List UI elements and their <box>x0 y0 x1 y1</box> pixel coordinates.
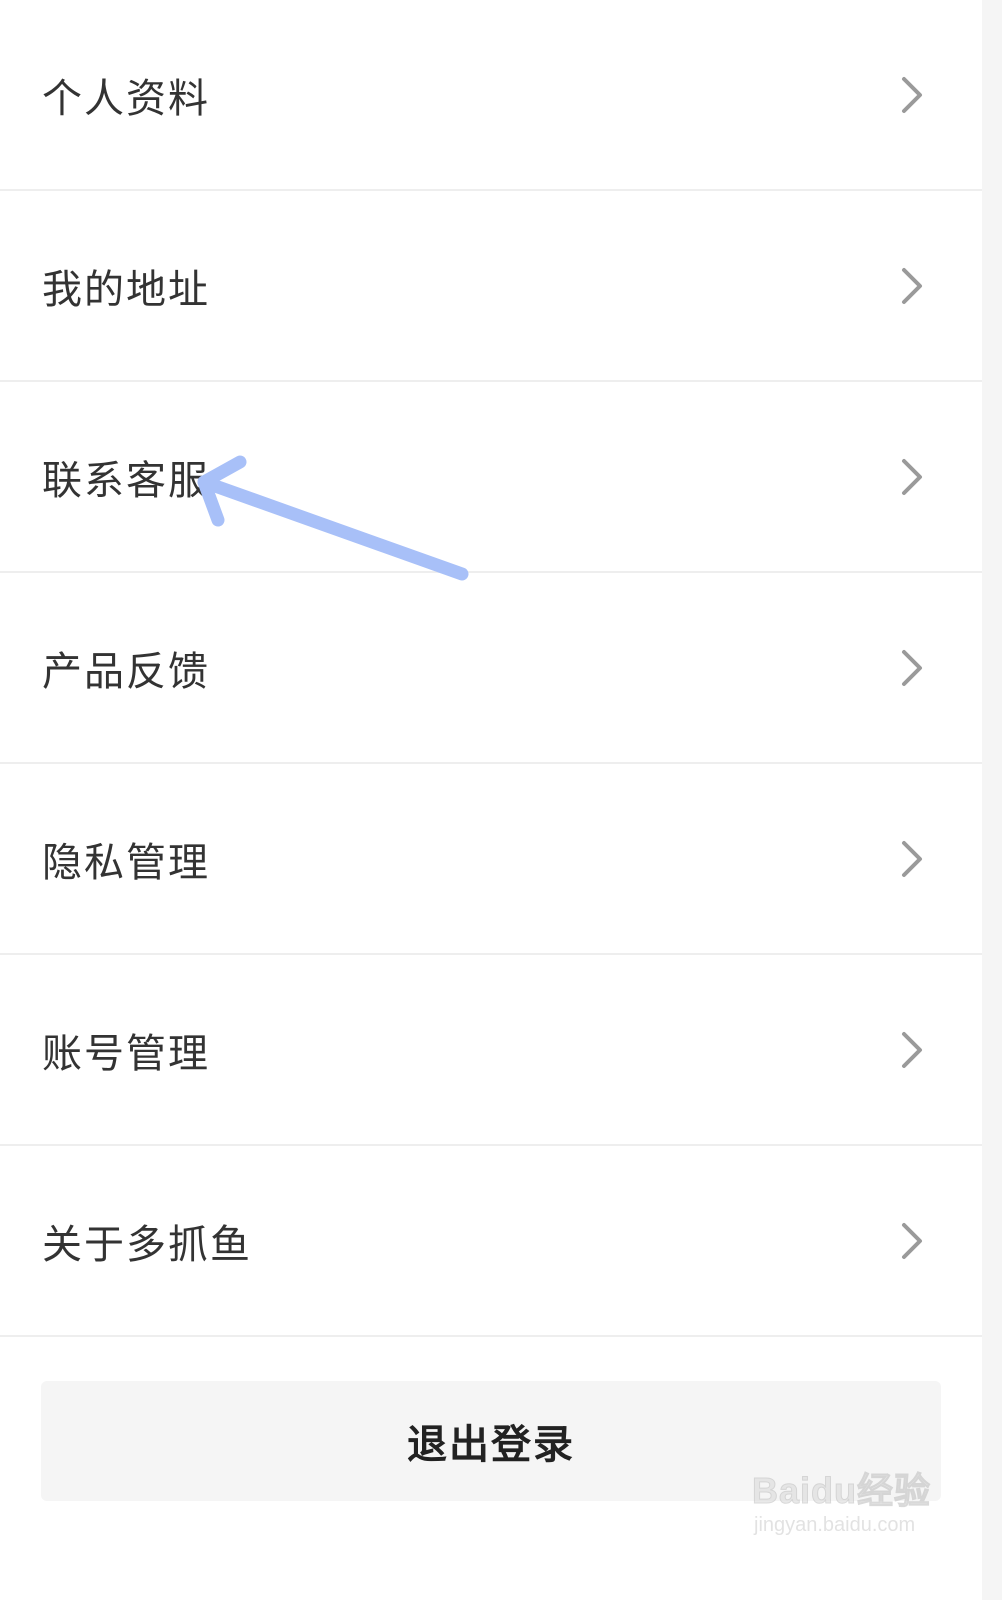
menu-item-label: 隐私管理 <box>42 839 210 886</box>
chevron-right-icon <box>902 76 922 113</box>
menu-item-privacy[interactable]: 隐私管理 <box>0 764 982 955</box>
settings-menu-list: 个人资料 我的地址 联系客服 产品反馈 隐私管理 账号管理 关于多抓鱼 <box>0 0 982 1337</box>
chevron-right-icon <box>902 840 922 877</box>
menu-item-account[interactable]: 账号管理 <box>0 955 982 1146</box>
chevron-right-icon <box>902 1222 922 1259</box>
menu-item-label: 账号管理 <box>42 1030 210 1077</box>
menu-item-feedback[interactable]: 产品反馈 <box>0 573 982 764</box>
menu-item-label: 个人资料 <box>42 75 210 122</box>
menu-item-label: 联系客服 <box>42 457 210 504</box>
chevron-right-icon <box>902 267 922 304</box>
right-edge-strip <box>982 0 1002 1600</box>
menu-item-address[interactable]: 我的地址 <box>0 191 982 382</box>
logout-button[interactable]: 退出登录 <box>41 1381 941 1501</box>
chevron-right-icon <box>902 1031 922 1068</box>
menu-item-label: 产品反馈 <box>42 648 210 695</box>
settings-page: 个人资料 我的地址 联系客服 产品反馈 隐私管理 账号管理 关于多抓鱼 退出登录 <box>0 0 1002 1600</box>
menu-item-customer-service[interactable]: 联系客服 <box>0 382 982 573</box>
menu-item-about[interactable]: 关于多抓鱼 <box>0 1146 982 1337</box>
menu-item-label: 关于多抓鱼 <box>42 1221 252 1268</box>
watermark-url: jingyan.baidu.com <box>754 1514 916 1536</box>
menu-item-profile[interactable]: 个人资料 <box>0 0 982 191</box>
menu-item-label: 我的地址 <box>42 266 210 313</box>
chevron-right-icon <box>902 458 922 495</box>
chevron-right-icon <box>902 649 922 686</box>
